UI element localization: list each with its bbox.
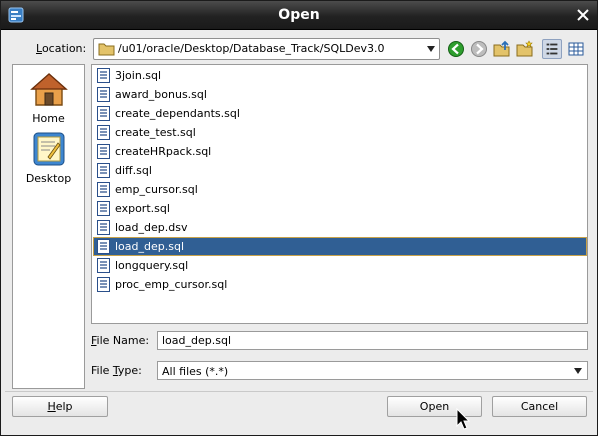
file-row[interactable]: create_dependants.sql: [93, 104, 587, 123]
file-row[interactable]: create_test.sql: [93, 123, 587, 142]
sql-file-icon: [97, 277, 110, 292]
file-name-text: longquery.sql: [115, 259, 189, 272]
file-name-text: load_dep.sql: [115, 240, 185, 253]
sql-file-icon: [97, 106, 110, 121]
file-row[interactable]: emp_cursor.sql: [93, 180, 587, 199]
file-name-text: 3join.sql: [115, 69, 162, 82]
file-name-label: File Name:: [91, 334, 150, 347]
file-name-text: createHRpack.sql: [115, 145, 212, 158]
file-list[interactable]: 3join.sql award_bonus.sql create_dependant…: [91, 64, 588, 324]
details-view-icon[interactable]: [566, 39, 586, 59]
file-name-input[interactable]: [157, 331, 588, 350]
place-desktop-label: Desktop: [25, 172, 72, 185]
file-row[interactable]: proc_emp_cursor.sql: [93, 275, 587, 294]
file-row[interactable]: 3join.sql: [93, 66, 587, 85]
file-name-text: load_dep.dsv: [115, 221, 188, 234]
sql-file-icon: [97, 239, 110, 254]
file-name-text: create_dependants.sql: [115, 107, 240, 120]
sql-file-icon: [97, 258, 110, 273]
file-row[interactable]: export.sql: [93, 199, 587, 218]
file-type-label: File Type:: [91, 364, 142, 377]
file-name-text: create_test.sql: [115, 126, 196, 139]
close-icon[interactable]: [575, 7, 591, 23]
file-row[interactable]: load_dep.sql: [93, 237, 587, 256]
open-dialog: Open Location: /u01/oracle/Desktop/Datab…: [0, 0, 598, 436]
location-label: Location:: [36, 42, 87, 55]
file-name-text: award_bonus.sql: [115, 88, 207, 101]
chevron-down-icon[interactable]: [573, 367, 583, 375]
places-panel: Home Desktop: [12, 64, 85, 389]
sql-file-icon: [97, 68, 110, 83]
mouse-pointer-icon: [456, 408, 471, 430]
title-bar[interactable]: Open: [1, 1, 597, 30]
place-desktop[interactable]: Desktop: [13, 131, 84, 185]
home-icon: [29, 73, 68, 106]
file-row[interactable]: diff.sql: [93, 161, 587, 180]
file-name-text: emp_cursor.sql: [115, 183, 198, 196]
help-button[interactable]: Help: [12, 396, 108, 417]
list-view-icon[interactable]: [542, 39, 562, 59]
chevron-down-icon[interactable]: [426, 45, 436, 53]
file-name-text: export.sql: [115, 202, 170, 215]
file-row[interactable]: longquery.sql: [93, 256, 587, 275]
file-type-value: All files (*.*): [162, 365, 229, 378]
place-home[interactable]: Home: [13, 71, 84, 125]
file-name-text: diff.sql: [115, 164, 152, 177]
up-folder-icon[interactable]: [492, 39, 512, 59]
sql-file-icon: [97, 201, 110, 216]
folder-icon: [98, 43, 115, 56]
forward-icon[interactable]: [469, 39, 489, 59]
sql-file-icon: [97, 125, 110, 140]
sql-file-icon: [97, 163, 110, 178]
file-row[interactable]: award_bonus.sql: [93, 85, 587, 104]
sql-file-icon: [97, 182, 110, 197]
location-path: /u01/oracle/Desktop/Database_Track/SQLDe…: [118, 42, 385, 55]
file-row[interactable]: load_dep.dsv: [93, 218, 587, 237]
location-combo[interactable]: /u01/oracle/Desktop/Database_Track/SQLDe…: [93, 38, 440, 60]
place-home-label: Home: [32, 112, 65, 125]
new-folder-icon[interactable]: [515, 39, 535, 59]
back-icon[interactable]: [446, 39, 466, 59]
file-type-combo[interactable]: All files (*.*): [157, 361, 588, 380]
divider: [5, 391, 593, 392]
file-row[interactable]: createHRpack.sql: [93, 142, 587, 161]
sql-file-icon: [97, 87, 110, 102]
sql-file-icon: [97, 220, 110, 235]
window-title: Open: [278, 7, 320, 23]
desktop-icon: [33, 132, 64, 166]
sql-file-icon: [97, 144, 110, 159]
file-name-text: proc_emp_cursor.sql: [115, 278, 228, 291]
cancel-button[interactable]: Cancel: [492, 396, 587, 417]
